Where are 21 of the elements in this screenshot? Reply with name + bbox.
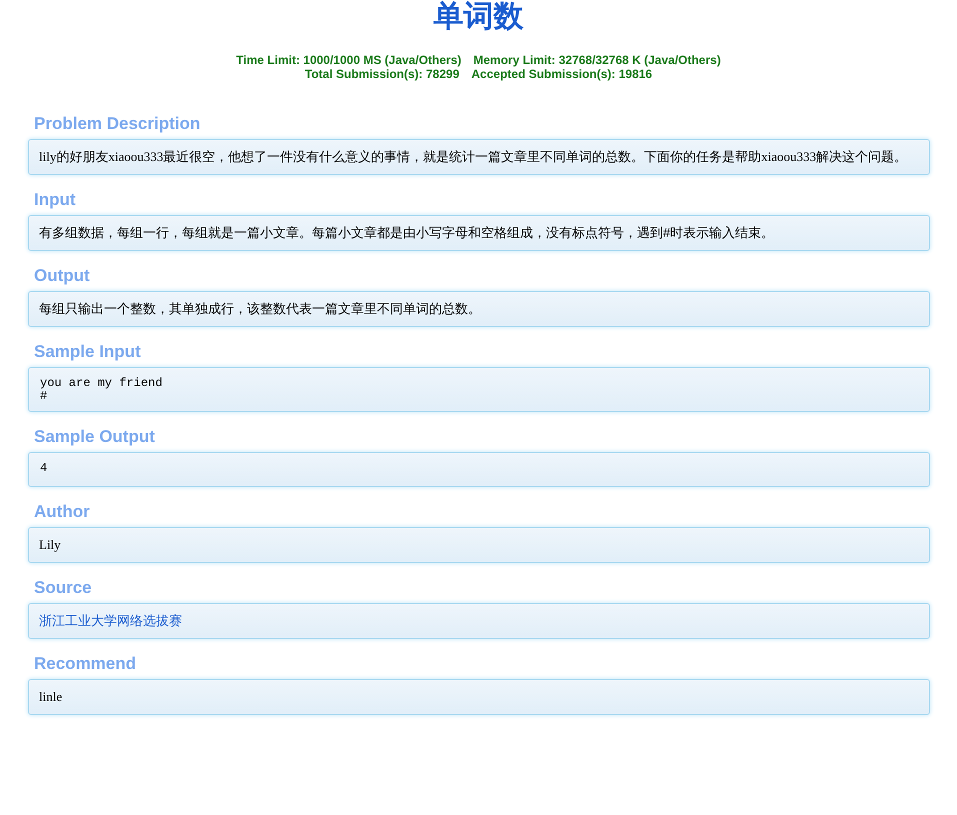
time-limit: Time Limit: 1000/1000 MS (Java/Others) xyxy=(236,53,462,67)
section-text: Lily xyxy=(39,537,61,552)
problem-title: 单词数 xyxy=(434,0,524,34)
section-heading: Source xyxy=(34,578,92,598)
total-submissions: Total Submission(s): 78299 xyxy=(304,67,460,81)
section-heading: Sample Input xyxy=(34,342,141,362)
section-text: 每组只输出一个整数，其单独成行，该整数代表一篇文章里不同单词的总数。 xyxy=(39,301,481,316)
section-text: linle xyxy=(39,689,62,704)
section-heading: Sample Output xyxy=(34,427,155,447)
section-heading: Recommend xyxy=(34,654,136,674)
source-link[interactable]: 浙江工业大学网络选拔赛 xyxy=(39,613,182,628)
section-text: 有多组数据，每组一行，每组就是一篇小文章。每篇小文章都是由小写字母和空格组成，没有标点符号，遇到#时表示输入结束。 xyxy=(39,225,774,240)
memory-limit: Memory Limit: 32768/32768 K (Java/Others) xyxy=(473,53,721,67)
sample-code: 4 xyxy=(40,461,48,475)
section-heading: Output xyxy=(34,266,90,286)
section-heading: Problem Description xyxy=(34,114,200,134)
sample-code: you are my friend # xyxy=(40,376,162,403)
section-heading: Input xyxy=(34,190,76,210)
section-text: lily的好朋友xiaoou333最近很空，他想了一件没有什么意义的事情，就是统计一篇文章里不同单词的总数。下面你的任务是帮助xiaoou333解决这个问题。 xyxy=(39,149,908,164)
section-heading: Author xyxy=(34,502,90,522)
accepted-submissions: Accepted Submission(s): 19816 xyxy=(471,67,652,81)
